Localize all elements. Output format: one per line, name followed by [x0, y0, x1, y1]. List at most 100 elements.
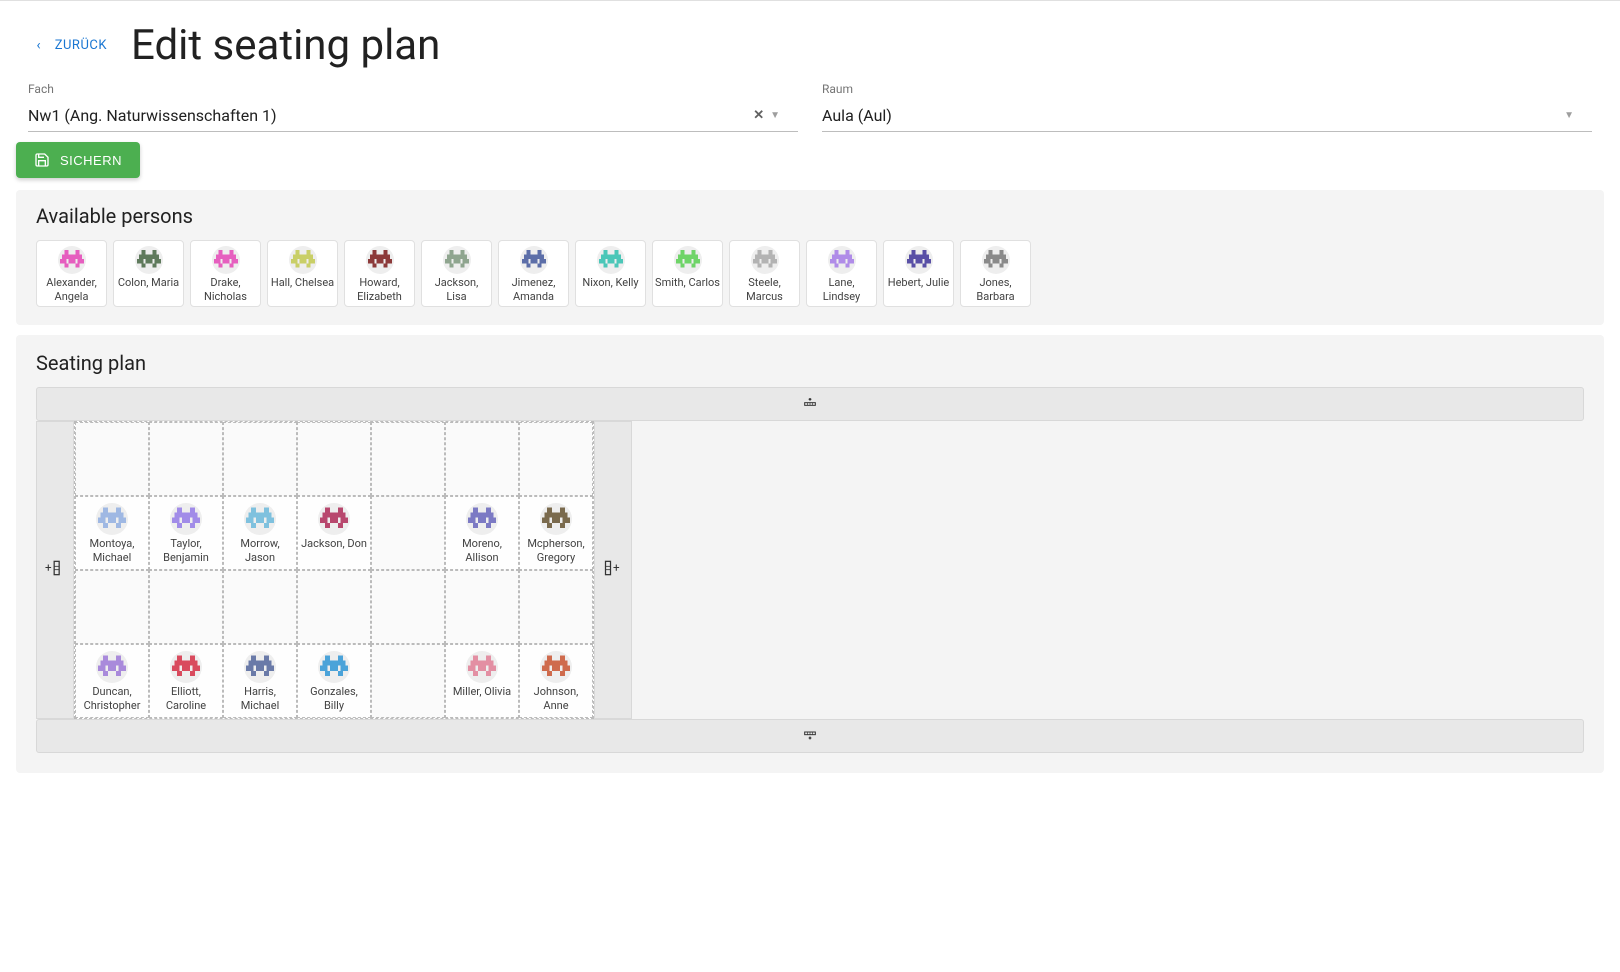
person-card[interactable]: Howard, Elizabeth	[344, 240, 415, 307]
svg-text:+: +	[613, 560, 620, 574]
subject-label: Fach	[28, 82, 798, 96]
seat-cell[interactable]	[371, 644, 445, 718]
seat-cell[interactable]	[371, 496, 445, 570]
person-card[interactable]: Lane, Lindsey	[806, 240, 877, 307]
person-card[interactable]: Jones, Barbara	[960, 240, 1031, 307]
seat-cell[interactable]: Johnson, Anne	[519, 644, 593, 718]
seat-person-name: Mcpherson, Gregory	[520, 537, 592, 565]
person-card[interactable]: Hall, Chelsea	[267, 240, 338, 307]
back-link[interactable]: › ZURÜCK	[36, 38, 107, 53]
add-column-left-icon: +	[45, 558, 65, 583]
seat-cell[interactable]	[297, 570, 371, 644]
avatar-icon	[443, 246, 471, 274]
avatar-icon	[212, 246, 240, 274]
svg-text:+: +	[45, 560, 52, 574]
save-label: SICHERN	[60, 153, 122, 168]
person-card[interactable]: Steele, Marcus	[729, 240, 800, 307]
add-row-bottom-button[interactable]	[36, 719, 1584, 753]
person-card[interactable]: Colon, Maria	[113, 240, 184, 307]
person-name: Alexander, Angela	[37, 276, 106, 304]
add-column-right-button[interactable]: +	[594, 421, 632, 719]
seat-cell[interactable]	[519, 570, 593, 644]
add-column-left-button[interactable]: +	[36, 421, 74, 719]
seat-person-name: Morrow, Jason	[224, 537, 296, 565]
room-value: Aula (Aul)	[822, 106, 892, 125]
seating-panel: Seating plan + Montoya, MichaelTaylor, B…	[16, 335, 1604, 773]
avatar-icon	[905, 246, 933, 274]
person-name: Smith, Carlos	[653, 276, 722, 290]
seat-cell[interactable]: Montoya, Michael	[75, 496, 149, 570]
seat-cell[interactable]	[149, 422, 223, 496]
seat-cell[interactable]	[223, 570, 297, 644]
save-icon	[34, 152, 50, 168]
person-card[interactable]: Drake, Nicholas	[190, 240, 261, 307]
avatar-icon	[318, 503, 350, 535]
add-row-bottom-icon	[802, 728, 818, 744]
seat-cell[interactable]: Moreno, Allison	[445, 496, 519, 570]
person-card[interactable]: Alexander, Angela	[36, 240, 107, 307]
dropdown-icon[interactable]: ▼	[770, 110, 780, 121]
seat-person-name: Miller, Olivia	[451, 685, 513, 699]
person-card[interactable]: Jackson, Lisa	[421, 240, 492, 307]
available-panel: Available persons Alexander, Angela Colon…	[16, 190, 1604, 325]
seat-cell[interactable]: Mcpherson, Gregory	[519, 496, 593, 570]
seat-cell[interactable]	[445, 570, 519, 644]
room-field[interactable]: Raum Aula (Aul) ▼	[822, 82, 1592, 132]
person-card[interactable]: Jimenez, Amanda	[498, 240, 569, 307]
person-name: Colon, Maria	[116, 276, 181, 290]
seat-cell[interactable]	[371, 422, 445, 496]
subject-field[interactable]: Fach Nw1 (Ang. Naturwissenschaften 1) ✕ …	[28, 82, 798, 132]
seat-cell[interactable]	[223, 422, 297, 496]
seat-cell[interactable]	[149, 570, 223, 644]
seat-cell[interactable]: Morrow, Jason	[223, 496, 297, 570]
clear-icon[interactable]: ✕	[753, 108, 764, 123]
seat-person-name: Taylor, Benjamin	[150, 537, 222, 565]
seat-cell[interactable]	[519, 422, 593, 496]
avatar-icon	[58, 246, 86, 274]
room-label: Raum	[822, 82, 1592, 96]
person-name: Jones, Barbara	[961, 276, 1030, 304]
seat-cell[interactable]: Elliott, Caroline	[149, 644, 223, 718]
avatar-icon	[244, 651, 276, 683]
person-name: Jimenez, Amanda	[499, 276, 568, 304]
avatar-icon	[170, 651, 202, 683]
avatar-icon	[540, 503, 572, 535]
person-card[interactable]: Smith, Carlos	[652, 240, 723, 307]
save-button[interactable]: SICHERN	[16, 142, 140, 178]
seat-person-name: Gonzales, Billy	[298, 685, 370, 713]
avatar-icon	[366, 246, 394, 274]
person-card[interactable]: Hebert, Julie	[883, 240, 954, 307]
avatar-icon	[244, 503, 276, 535]
seat-cell[interactable]: Jackson, Don	[297, 496, 371, 570]
add-column-right-icon: +	[603, 558, 623, 583]
dropdown-icon[interactable]: ▼	[1564, 110, 1574, 121]
seat-cell[interactable]: Miller, Olivia	[445, 644, 519, 718]
seat-person-name: Montoya, Michael	[76, 537, 148, 565]
person-card[interactable]: Nixon, Kelly	[575, 240, 646, 307]
add-row-top-button[interactable]	[36, 387, 1584, 421]
person-name: Drake, Nicholas	[191, 276, 260, 304]
seat-cell[interactable]	[371, 570, 445, 644]
seat-cell[interactable]: Duncan, Christopher	[75, 644, 149, 718]
person-name: Nixon, Kelly	[580, 276, 640, 290]
person-name: Hall, Chelsea	[269, 276, 336, 290]
seating-title: Seating plan	[36, 351, 1584, 375]
seat-cell[interactable]	[75, 422, 149, 496]
seat-person-name: Moreno, Allison	[446, 537, 518, 565]
subject-value: Nw1 (Ang. Naturwissenschaften 1)	[28, 106, 277, 125]
avatar-icon	[170, 503, 202, 535]
seat-cell[interactable]	[445, 422, 519, 496]
avatar-icon	[674, 246, 702, 274]
seat-cell[interactable]: Gonzales, Billy	[297, 644, 371, 718]
person-name: Hebert, Julie	[886, 276, 952, 290]
available-title: Available persons	[36, 204, 1584, 228]
seat-cell[interactable]: Harris, Michael	[223, 644, 297, 718]
seat-cell[interactable]: Taylor, Benjamin	[149, 496, 223, 570]
avatar-icon	[597, 246, 625, 274]
avatar-icon	[318, 651, 350, 683]
seat-cell[interactable]	[297, 422, 371, 496]
person-name: Lane, Lindsey	[807, 276, 876, 304]
seat-cell[interactable]	[75, 570, 149, 644]
seat-person-name: Duncan, Christopher	[76, 685, 148, 713]
person-name: Howard, Elizabeth	[345, 276, 414, 304]
